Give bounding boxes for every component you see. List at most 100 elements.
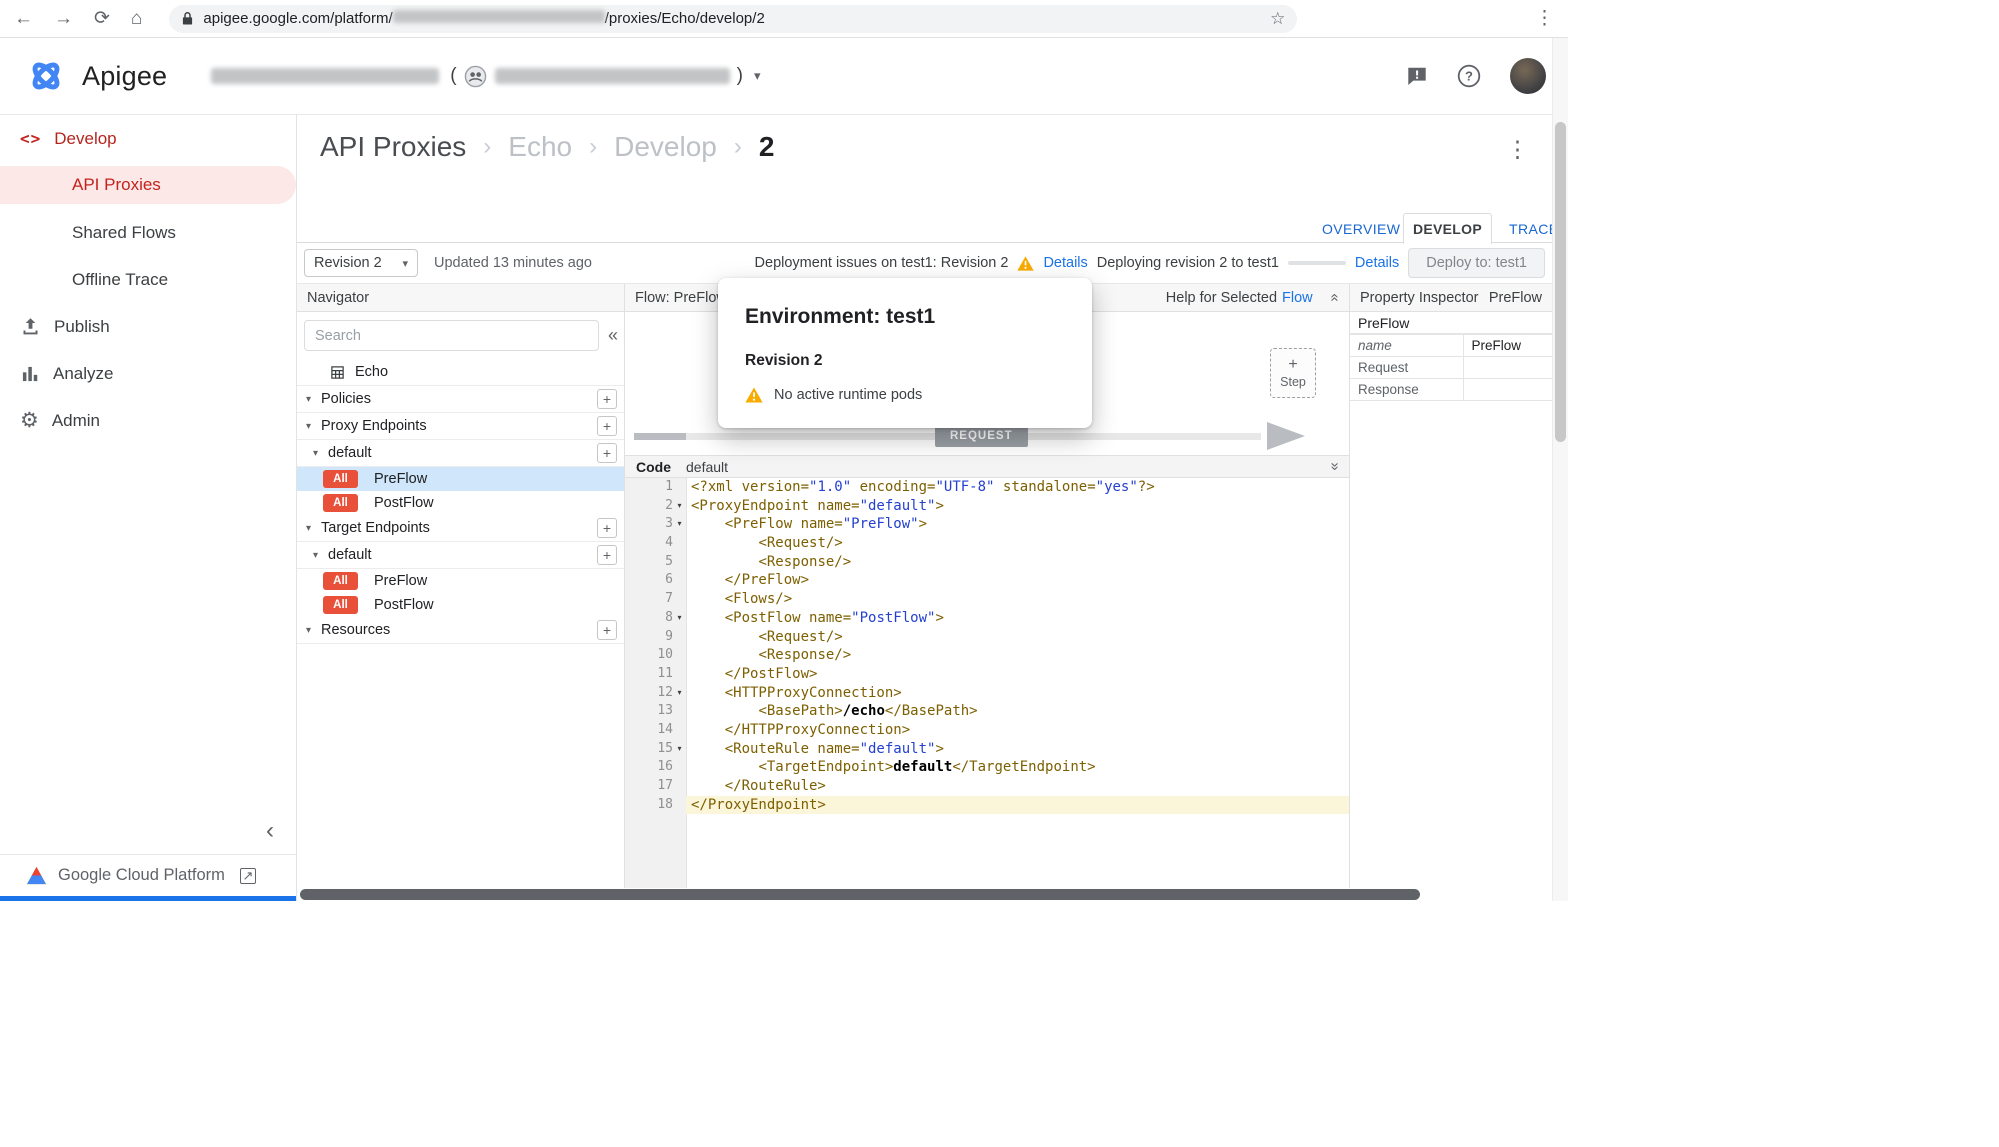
navigator-target-endpoint-default[interactable]: ▾ default +: [297, 542, 624, 569]
line-gutter: 2▾: [625, 497, 686, 516]
deploying-details-link[interactable]: Details: [1355, 255, 1399, 271]
revision-select[interactable]: Revision 2 ▾: [304, 249, 418, 277]
add-proxy-endpoint-button[interactable]: +: [597, 416, 617, 436]
property-value-cell[interactable]: [1463, 379, 1552, 401]
org-selector-caret-icon[interactable]: ▾: [754, 68, 761, 84]
navigator-section-proxy-endpoints[interactable]: ▾ Proxy Endpoints +: [297, 413, 624, 440]
avatar[interactable]: [1510, 58, 1546, 94]
navigator-target-flow-preflow[interactable]: All PreFlow: [297, 569, 624, 593]
flow-panel-collapse-icon[interactable]: «: [1326, 293, 1343, 301]
navigator-collapse-icon[interactable]: «: [608, 325, 618, 346]
apigee-logo: [26, 56, 66, 96]
code-line[interactable]: 17 </RouteRule>: [625, 777, 1349, 796]
add-flow-button[interactable]: +: [597, 443, 617, 463]
code-text: <PostFlow name="PostFlow">: [686, 609, 1349, 628]
code-line[interactable]: 5 <Response/>: [625, 553, 1349, 572]
navigator-proxy-echo[interactable]: Echo: [297, 359, 624, 386]
code-line[interactable]: 9 <Request/>: [625, 628, 1349, 647]
code-line[interactable]: 2▾<ProxyEndpoint name="default">: [625, 497, 1349, 516]
vertical-scrollbar-thumb[interactable]: [1555, 122, 1566, 442]
caret-down-icon[interactable]: ▾: [313, 448, 328, 459]
popup-title: Environment: test1: [745, 305, 1065, 329]
code-line[interactable]: 3▾ <PreFlow name="PreFlow">: [625, 515, 1349, 534]
tab-overview[interactable]: OVERVIEW: [1322, 221, 1400, 237]
tab-develop[interactable]: DEVELOP: [1403, 213, 1492, 244]
add-target-endpoint-button[interactable]: +: [597, 518, 617, 538]
code-line[interactable]: 8▾ <PostFlow name="PostFlow">: [625, 609, 1349, 628]
navigator-section-target-endpoints[interactable]: ▾ Target Endpoints +: [297, 515, 624, 542]
add-policy-button[interactable]: +: [597, 389, 617, 409]
code-line[interactable]: 16 <TargetEndpoint>default</TargetEndpoi…: [625, 758, 1349, 777]
sidebar-item-develop[interactable]: <> Develop: [0, 115, 296, 162]
sidebar-item-publish[interactable]: Publish: [0, 303, 296, 350]
org-people-icon: [464, 65, 487, 88]
bookmark-star-icon[interactable]: ☆: [1270, 9, 1285, 29]
url-text: apigee.google.com/platform//proxies/Echo…: [203, 10, 764, 27]
back-icon[interactable]: ←: [14, 9, 33, 28]
code-line[interactable]: 13 <BasePath>/echo</BasePath>: [625, 702, 1349, 721]
navigator-section-policies[interactable]: ▾ Policies +: [297, 386, 624, 413]
sidebar-collapse-icon[interactable]: ‹: [266, 817, 274, 845]
sidebar-item-admin[interactable]: ⚙ Admin: [0, 397, 296, 444]
navigator-target-flow-postflow[interactable]: All PostFlow: [297, 593, 624, 617]
sidebar-item-label: Develop: [54, 129, 116, 149]
fold-caret-icon[interactable]: ▾: [673, 609, 686, 628]
deploy-button[interactable]: Deploy to: test1: [1408, 248, 1545, 278]
deploy-progress-bar: [1288, 261, 1346, 265]
gcp-link[interactable]: Google Cloud Platform ↗: [0, 855, 296, 896]
sidebar-item-analyze[interactable]: Analyze: [0, 350, 296, 397]
code-panel-collapse-icon[interactable]: «: [1325, 462, 1342, 470]
caret-down-icon[interactable]: ▾: [306, 523, 321, 534]
sidebar-item-api-proxies[interactable]: API Proxies: [0, 166, 296, 204]
navigator-section-resources[interactable]: ▾ Resources +: [297, 617, 624, 644]
breadcrumb-api-proxies[interactable]: API Proxies: [320, 131, 466, 163]
add-step-button[interactable]: + Step: [1270, 348, 1316, 398]
code-line[interactable]: 11 </PostFlow>: [625, 665, 1349, 684]
add-flow-button[interactable]: +: [597, 545, 617, 565]
code-line[interactable]: 1<?xml version="1.0" encoding="UTF-8" st…: [625, 478, 1349, 497]
help-icon[interactable]: ?: [1457, 64, 1481, 88]
code-line[interactable]: 18</ProxyEndpoint>: [625, 796, 1349, 815]
caret-down-icon[interactable]: ▾: [313, 550, 328, 561]
navigator-flow-postflow[interactable]: All PostFlow: [297, 491, 624, 515]
address-bar[interactable]: apigee.google.com/platform//proxies/Echo…: [169, 5, 1297, 33]
home-icon[interactable]: ⌂: [131, 9, 142, 28]
property-value-cell[interactable]: [1463, 357, 1552, 379]
flow-label: PostFlow: [374, 495, 434, 511]
code-line[interactable]: 10 <Response/>: [625, 646, 1349, 665]
sidebar-item-offline-trace[interactable]: Offline Trace: [0, 256, 296, 303]
caret-down-icon[interactable]: ▾: [306, 421, 321, 432]
code-line[interactable]: 15▾ <RouteRule name="default">: [625, 740, 1349, 759]
breadcrumb-proxy[interactable]: Echo: [508, 131, 572, 163]
code-line[interactable]: 14 </HTTPProxyConnection>: [625, 721, 1349, 740]
code-editor[interactable]: 1<?xml version="1.0" encoding="UTF-8" st…: [625, 478, 1349, 888]
code-line[interactable]: 4 <Request/>: [625, 534, 1349, 553]
add-resource-button[interactable]: +: [597, 620, 617, 640]
caret-down-icon[interactable]: ▾: [306, 625, 321, 636]
navigator-flow-preflow[interactable]: All PreFlow: [297, 467, 624, 491]
fold-caret-icon[interactable]: ▾: [673, 515, 686, 534]
code-line[interactable]: 6 </PreFlow>: [625, 571, 1349, 590]
request-segment[interactable]: REQUEST: [935, 425, 1028, 447]
property-table: name PreFlow Request Response: [1350, 334, 1552, 401]
help-flow-link[interactable]: Flow: [1282, 290, 1313, 306]
fold-caret-icon[interactable]: ▾: [673, 497, 686, 516]
code-line[interactable]: 7 <Flows/>: [625, 590, 1349, 609]
breadcrumb-section[interactable]: Develop: [614, 131, 717, 163]
search-input[interactable]: [304, 320, 599, 351]
horizontal-scrollbar-thumb[interactable]: [300, 889, 1420, 900]
fold-caret-icon[interactable]: ▾: [673, 740, 686, 759]
code-line[interactable]: 12▾ <HTTPProxyConnection>: [625, 684, 1349, 703]
fold-caret-icon[interactable]: ▾: [673, 684, 686, 703]
page-overflow-menu-icon[interactable]: ⋮: [1506, 136, 1529, 163]
forward-icon[interactable]: →: [54, 9, 73, 28]
browser-menu-icon[interactable]: ⋮: [1535, 7, 1554, 30]
feedback-icon[interactable]: [1406, 65, 1428, 87]
navigator-proxy-endpoint-default[interactable]: ▾ default +: [297, 440, 624, 467]
caret-down-icon[interactable]: ▾: [306, 394, 321, 405]
sidebar-item-shared-flows[interactable]: Shared Flows: [0, 209, 296, 256]
property-value-cell[interactable]: PreFlow: [1463, 335, 1552, 357]
reload-icon[interactable]: ⟳: [94, 9, 110, 28]
property-name-cell: Request: [1350, 357, 1463, 379]
deployment-details-link[interactable]: Details: [1043, 255, 1087, 271]
